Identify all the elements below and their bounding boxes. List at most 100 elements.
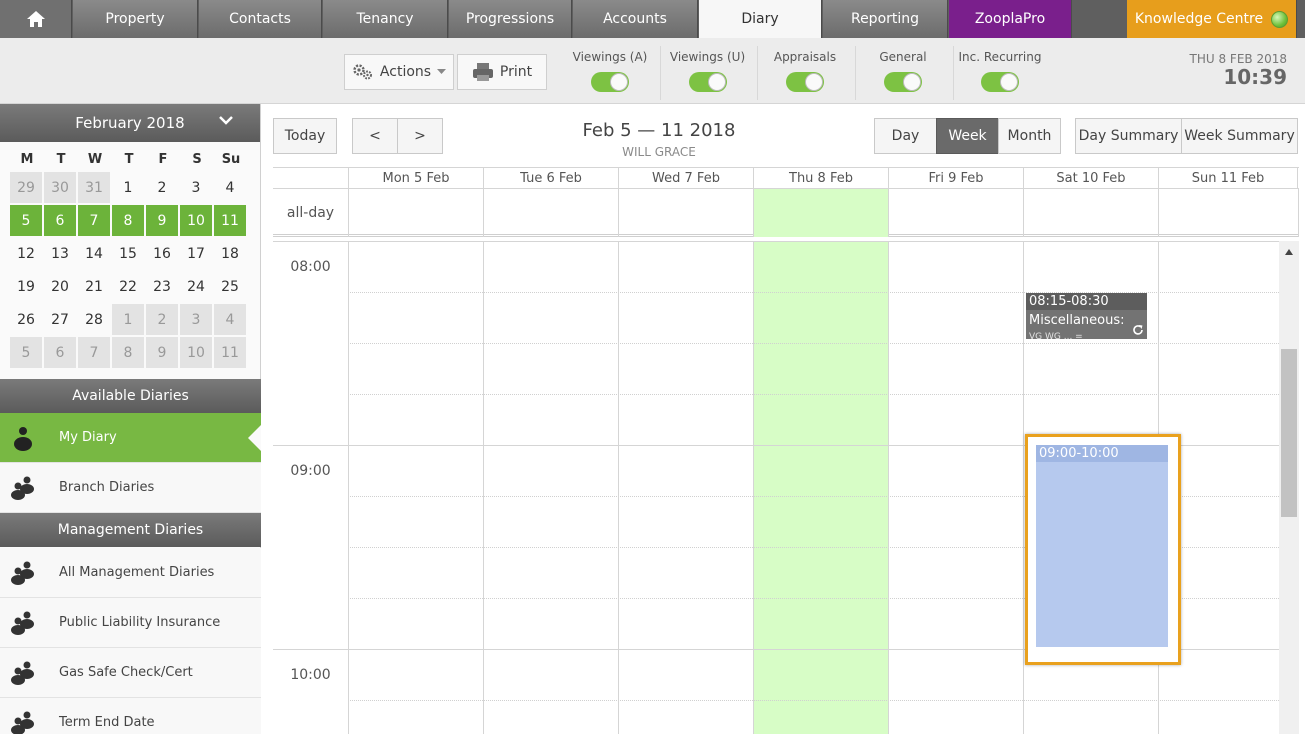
mini-calendar-day[interactable]: 28 <box>78 304 110 335</box>
chevron-down-icon[interactable] <box>218 114 234 126</box>
mini-calendar-day[interactable]: 7 <box>78 205 110 236</box>
mini-calendar-day[interactable]: 22 <box>112 271 144 302</box>
my-diary-item[interactable]: My Diary <box>0 413 261 463</box>
knowledge-centre-button[interactable]: Knowledge Centre <box>1127 0 1297 38</box>
today-button[interactable]: Today <box>273 118 337 154</box>
mini-calendar-day[interactable]: 9 <box>146 205 178 236</box>
view-week-button[interactable]: Week <box>936 118 999 154</box>
scroll-up-arrow-icon[interactable] <box>1285 249 1293 255</box>
view-month-button[interactable]: Month <box>998 118 1061 154</box>
mini-calendar-day[interactable]: 10 <box>180 205 212 236</box>
tab-diary[interactable]: Diary <box>699 0 822 38</box>
scroll-thumb[interactable] <box>1281 349 1297 517</box>
sidebar: February 2018 M T W T F S Su 29 30 31 1 2 3 4 5… <box>0 104 261 734</box>
actions-button[interactable]: Actions <box>344 54 454 90</box>
mini-calendar-day[interactable]: 10 <box>180 337 212 368</box>
current-date: THU 8 FEB 2018 <box>1189 52 1287 66</box>
management-item-gas-safe[interactable]: Gas Safe Check/Cert <box>0 648 261 698</box>
toggle-appraisals[interactable]: Appraisals <box>757 48 853 98</box>
group-icon <box>0 548 46 598</box>
mini-calendar-day[interactable]: 1 <box>112 304 144 335</box>
column-line <box>1298 189 1299 237</box>
mini-calendar-day[interactable]: 19 <box>10 271 42 302</box>
mini-calendar-day[interactable]: 24 <box>180 271 212 302</box>
event-selected-body[interactable]: 09:00-10:00 <box>1036 445 1168 647</box>
mini-calendar-day[interactable]: 5 <box>10 337 42 368</box>
mini-calendar-day[interactable]: 11 <box>214 205 246 236</box>
branch-diaries-item[interactable]: Branch Diaries <box>0 463 261 513</box>
mini-calendar-day[interactable]: 3 <box>180 304 212 335</box>
print-button[interactable]: Print <box>457 54 547 90</box>
mini-calendar-day[interactable]: 1 <box>112 172 144 203</box>
mini-calendar-day[interactable]: 30 <box>44 172 76 203</box>
tab-tenancy[interactable]: Tenancy <box>323 0 448 38</box>
mini-calendar-day[interactable]: 6 <box>44 337 76 368</box>
management-item-term-end[interactable]: Term End Date <box>0 698 261 734</box>
next-week-button[interactable]: > <box>397 118 443 154</box>
tab-property[interactable]: Property <box>73 0 198 38</box>
toggle-switch[interactable] <box>981 72 1019 92</box>
prev-week-button[interactable]: < <box>352 118 398 154</box>
mini-calendar-day[interactable]: 8 <box>112 205 144 236</box>
column-line <box>348 189 349 237</box>
mini-calendar-day[interactable]: 2 <box>146 304 178 335</box>
toggle-switch[interactable] <box>591 72 629 92</box>
toggle-label: Viewings (U) <box>669 50 746 64</box>
mini-calendar-day[interactable]: 12 <box>10 238 42 269</box>
mini-calendar-day[interactable]: 20 <box>44 271 76 302</box>
toggle-viewings-u[interactable]: Viewings (U) <box>660 48 755 98</box>
mini-calendar-day[interactable]: 2 <box>146 172 178 203</box>
mini-calendar-day[interactable]: 18 <box>214 238 246 269</box>
tab-progressions[interactable]: Progressions <box>449 0 572 38</box>
mini-calendar-day[interactable]: 23 <box>146 271 178 302</box>
mini-calendar-day[interactable]: 29 <box>10 172 42 203</box>
calendar-scrollbar[interactable] <box>1279 241 1299 734</box>
mini-calendar-day[interactable]: 31 <box>78 172 110 203</box>
slot-line <box>348 700 1279 701</box>
mini-calendar-day[interactable]: 25 <box>214 271 246 302</box>
tab-contacts[interactable]: Contacts <box>199 0 322 38</box>
group-icon <box>0 463 46 513</box>
mini-calendar-day[interactable]: 11 <box>214 337 246 368</box>
toggle-switch[interactable] <box>786 72 824 92</box>
mini-calendar-day[interactable]: 13 <box>44 238 76 269</box>
event-miscellaneous[interactable]: 08:15-08:30 Miscellaneous: VG WG ... = <box>1026 293 1147 339</box>
tab-reporting[interactable]: Reporting <box>823 0 948 38</box>
day-header: Thu 8 Feb <box>753 168 888 189</box>
mini-calendar-day[interactable]: 14 <box>78 238 110 269</box>
toggle-switch[interactable] <box>884 72 922 92</box>
week-summary-button[interactable]: Week Summary <box>1181 118 1298 154</box>
mini-calendar-day[interactable]: 15 <box>112 238 144 269</box>
toggle-viewings-a[interactable]: Viewings (A) <box>560 48 660 98</box>
mini-calendar-day[interactable]: 21 <box>78 271 110 302</box>
branch-diaries-label: Branch Diaries <box>59 480 155 495</box>
management-item-all[interactable]: All Management Diaries <box>0 548 261 598</box>
mini-calendar-day[interactable]: 6 <box>44 205 76 236</box>
mini-calendar-day[interactable]: 3 <box>180 172 212 203</box>
event-time: 08:15-08:30 <box>1026 293 1147 310</box>
mini-calendar-day[interactable]: 9 <box>146 337 178 368</box>
mini-calendar-day[interactable]: 27 <box>44 304 76 335</box>
mini-calendar-day[interactable]: 8 <box>112 337 144 368</box>
toggle-label: General <box>879 50 927 64</box>
tab-zooplapro[interactable]: ZooplaPro <box>949 0 1072 38</box>
view-day-button[interactable]: Day <box>874 118 937 154</box>
toggle-switch[interactable] <box>688 72 727 92</box>
mini-calendar-day[interactable]: 7 <box>78 337 110 368</box>
mini-calendar-day[interactable]: 17 <box>180 238 212 269</box>
toggle-general[interactable]: General <box>855 48 951 98</box>
management-item-public-liability[interactable]: Public Liability Insurance <box>0 598 261 648</box>
mini-calendar-day[interactable]: 26 <box>10 304 42 335</box>
mini-calendar-day[interactable]: 4 <box>214 172 246 203</box>
time-grid[interactable]: 08:00 09:00 10:00 08:15-08:30 Miscellane… <box>273 241 1279 734</box>
mini-calendar-day[interactable]: 4 <box>214 304 246 335</box>
my-diary-label: My Diary <box>59 430 117 445</box>
toggle-inc-recurring[interactable]: Inc. Recurring <box>953 48 1047 98</box>
event-selected[interactable]: 09:00-10:00 <box>1025 434 1181 665</box>
tab-accounts[interactable]: Accounts <box>573 0 698 38</box>
home-button[interactable] <box>0 0 72 38</box>
weekday-label: S <box>192 152 202 167</box>
mini-calendar-day[interactable]: 5 <box>10 205 42 236</box>
mini-calendar-day[interactable]: 16 <box>146 238 178 269</box>
day-summary-button[interactable]: Day Summary <box>1075 118 1182 154</box>
